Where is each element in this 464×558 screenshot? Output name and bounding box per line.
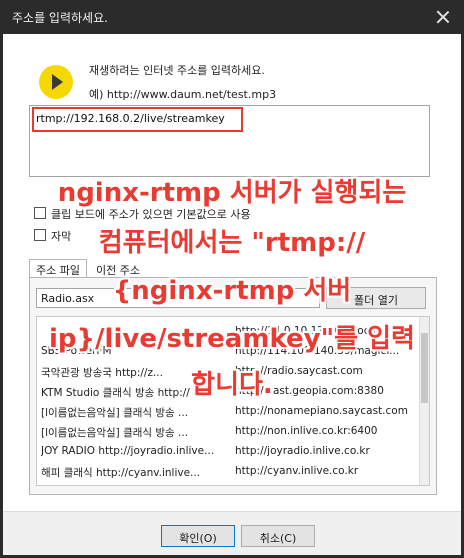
list-item-url: http://non.inlive.co.kr:6400 — [235, 425, 378, 437]
annotation-line-1: nginx-rtmp 서버가 실행되는 — [57, 178, 407, 208]
list-item-name: 해피 클래식 http://cyanv.inlive... — [41, 467, 201, 479]
cancel-button-label: 취소(C) — [259, 532, 297, 545]
annotation-line-2: 컴퓨터에서는 "rtmp:// — [98, 228, 366, 258]
play-icon — [39, 65, 73, 99]
list-item[interactable]: [l이름없는음악실] 클래식 방송 ... http://nonamepiano… — [37, 403, 421, 421]
window-title: 주소를 입력하세요. — [12, 11, 108, 25]
ok-button-label: 확인(O) — [179, 532, 217, 545]
list-item-name: JOY RADIO http://joyradio.inlive... — [41, 445, 215, 457]
example-text: 예) http://www.daum.net/test.mp3 — [89, 88, 277, 101]
instruction-text: 재생하려는 인터넷 주소를 입력하세요. — [89, 64, 265, 77]
title-bar[interactable]: 주소를 입력하세요. — [0, 0, 464, 34]
ok-button[interactable]: 확인(O) — [161, 525, 235, 547]
annotation-line-3: {nginx-rtmp 서버 — [112, 276, 352, 306]
annotation-line-5: 합니다. — [191, 370, 273, 400]
button-bar: 확인(O) 취소(C) — [3, 511, 461, 555]
list-item-name: [l이름없는음악실] 클래식 방송 ... — [41, 407, 189, 419]
annotation-line-4: ip}/live/streamkey"를 입력 — [49, 324, 415, 354]
url-input[interactable]: rtmp://192.168.0.2/live/streamkey — [29, 105, 430, 177]
dialog-window: 주소를 입력하세요. 재생하려는 인터넷 주소를 입력하세요. 예) http:… — [0, 0, 464, 558]
list-item[interactable]: 해피 클래식 http://cyanv.inlive... http://cya… — [37, 463, 421, 481]
list-item-url: http://nonamepiano.saycast.com — [235, 405, 408, 417]
list-item[interactable]: JOY RADIO http://joyradio.inlive... http… — [37, 443, 421, 461]
list-item-url: http://joyradio.inlive.co.kr — [235, 445, 370, 457]
list-item[interactable]: [l이름없는음악실] 클래식 방송 ... http://non.inlive.… — [37, 423, 421, 441]
list-item-url: http://cyanv.inlive.co.kr — [235, 465, 359, 477]
url-highlight-box — [32, 107, 243, 132]
close-icon[interactable] — [432, 6, 454, 28]
cancel-button[interactable]: 취소(C) — [241, 525, 315, 547]
list-item-name: [l이름없는음악실] 클래식 방송 ... — [41, 427, 189, 439]
